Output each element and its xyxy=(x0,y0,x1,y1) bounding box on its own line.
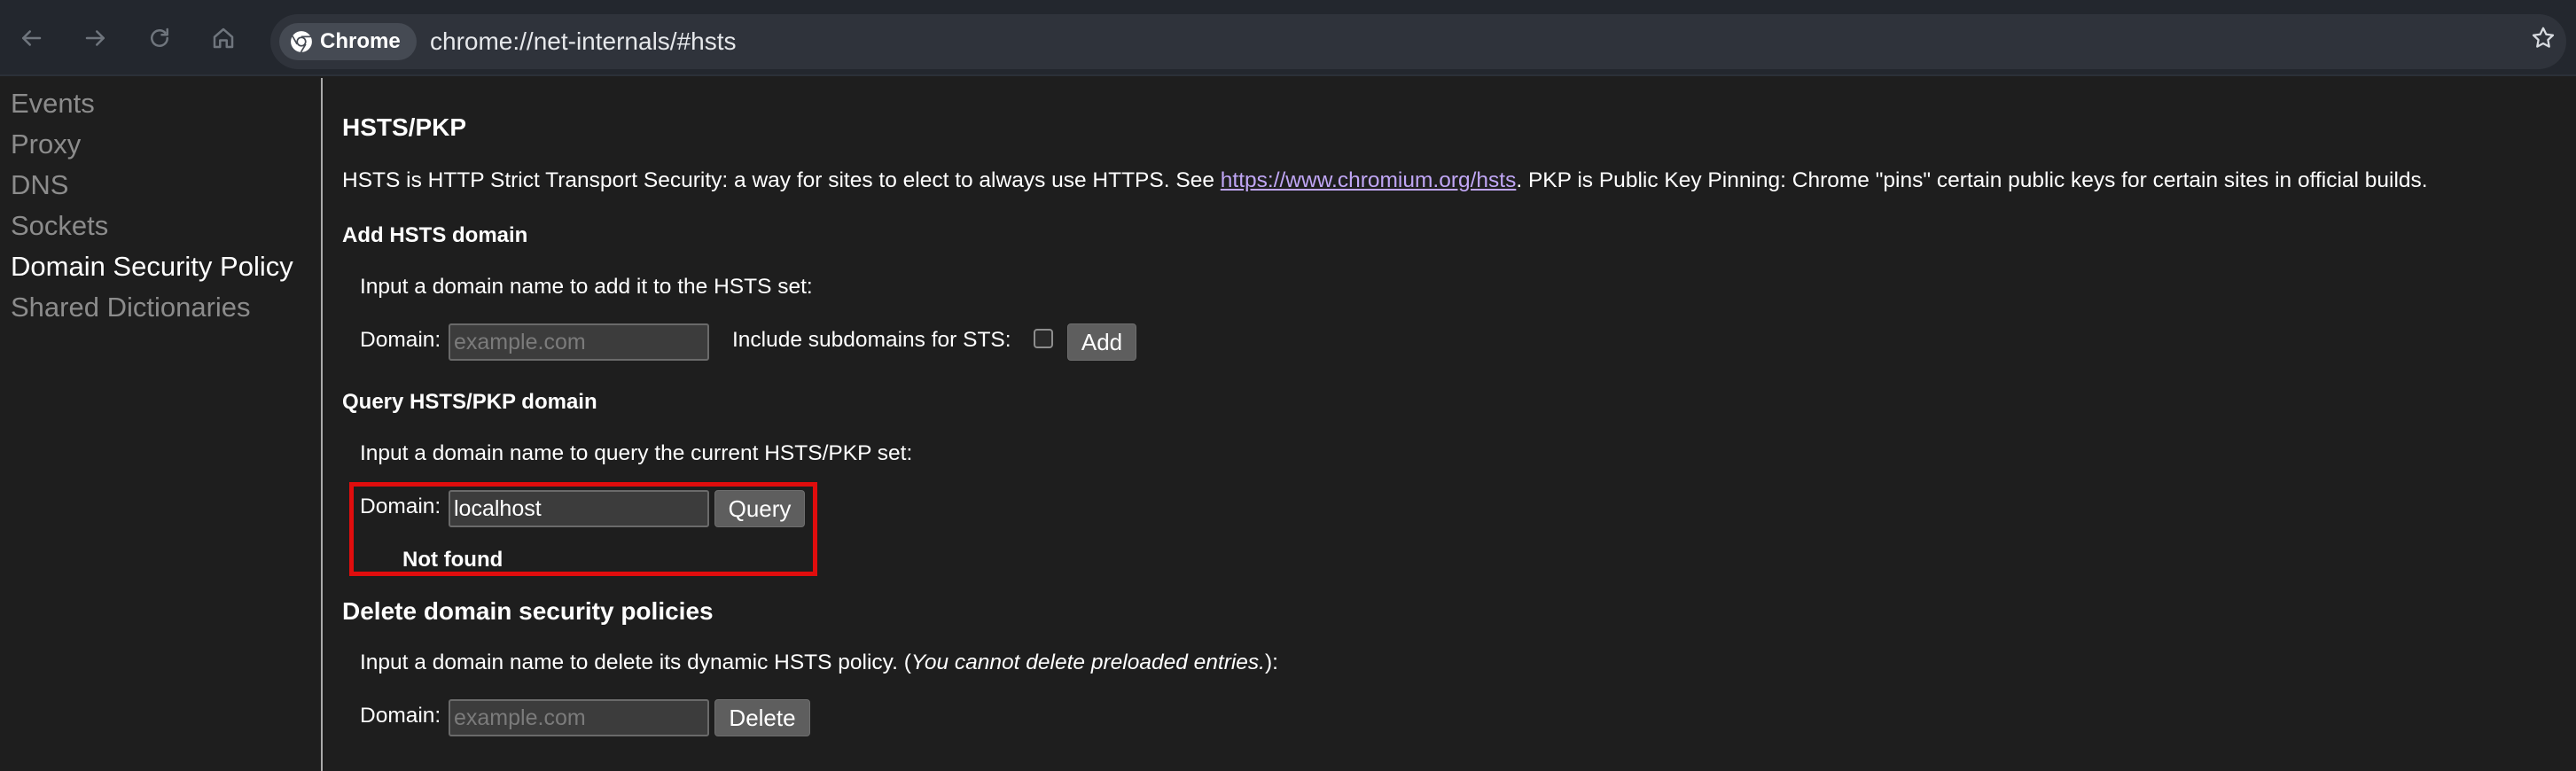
query-domain-label: Domain: xyxy=(360,495,441,518)
add-hsts-instruction: Input a domain name to add it to the HST… xyxy=(360,275,813,299)
home-icon[interactable] xyxy=(203,18,244,58)
url-text[interactable]: chrome://net-internals/#hsts xyxy=(430,14,737,69)
sidebar-item-events[interactable]: Events xyxy=(0,83,321,124)
query-domain-input[interactable] xyxy=(449,490,709,527)
back-arrow-icon[interactable] xyxy=(11,18,51,58)
add-domain-label: Domain: xyxy=(360,328,441,352)
sidebar-item-proxy[interactable]: Proxy xyxy=(0,124,321,165)
delete-domain-label: Domain: xyxy=(360,704,441,728)
forward-arrow-icon[interactable] xyxy=(75,18,116,58)
delete-instruction-italic: You cannot delete preloaded entries. xyxy=(910,650,1265,674)
intro-text: HSTS is HTTP Strict Transport Security: … xyxy=(342,168,2428,193)
delete-instruction-before: Input a domain name to delete its dynami… xyxy=(360,650,911,674)
add-hsts-heading: Add HSTS domain xyxy=(342,223,528,247)
sidebar-item-shared-dictionaries[interactable]: Shared Dictionaries xyxy=(0,287,321,328)
main-content: HSTS/PKP HSTS is HTTP Strict Transport S… xyxy=(324,78,2576,771)
chrome-logo-icon xyxy=(291,31,312,53)
intro-text-before: HSTS is HTTP Strict Transport Security: … xyxy=(342,168,1221,192)
include-subdomains-label: Include subdomains for STS: xyxy=(732,328,1011,352)
page-title: HSTS/PKP xyxy=(342,113,467,141)
query-button[interactable]: Query xyxy=(714,490,805,527)
site-chip[interactable]: Chrome xyxy=(279,23,417,60)
sidebar: Events Proxy DNS Sockets Domain Security… xyxy=(0,78,323,771)
include-subdomains-checkbox[interactable] xyxy=(1034,329,1053,348)
chip-label: Chrome xyxy=(320,29,401,53)
add-button[interactable]: Add xyxy=(1067,323,1136,361)
delete-button[interactable]: Delete xyxy=(714,699,810,736)
intro-text-after: . PKP is Public Key Pinning: Chrome "pin… xyxy=(1516,168,2428,192)
sidebar-item-sockets[interactable]: Sockets xyxy=(0,206,321,246)
address-bar[interactable]: Chrome chrome://net-internals/#hsts xyxy=(270,14,2566,69)
add-domain-input[interactable] xyxy=(449,323,709,361)
sidebar-item-dns[interactable]: DNS xyxy=(0,165,321,206)
delete-instruction: Input a domain name to delete its dynami… xyxy=(360,650,1278,675)
browser-toolbar: Chrome chrome://net-internals/#hsts xyxy=(0,0,2576,76)
query-hsts-instruction: Input a domain name to query the current… xyxy=(360,441,913,465)
reload-icon[interactable] xyxy=(139,18,180,58)
delete-policies-heading: Delete domain security policies xyxy=(342,597,714,625)
delete-instruction-after: ): xyxy=(1264,650,1278,674)
query-result: Not found xyxy=(402,548,503,572)
bookmark-star-icon[interactable] xyxy=(2523,18,2564,58)
query-hsts-heading: Query HSTS/PKP domain xyxy=(342,390,597,414)
delete-domain-input[interactable] xyxy=(449,699,709,736)
hsts-link[interactable]: https://www.chromium.org/hsts xyxy=(1221,168,1517,192)
sidebar-item-domain-security-policy[interactable]: Domain Security Policy xyxy=(0,246,321,287)
